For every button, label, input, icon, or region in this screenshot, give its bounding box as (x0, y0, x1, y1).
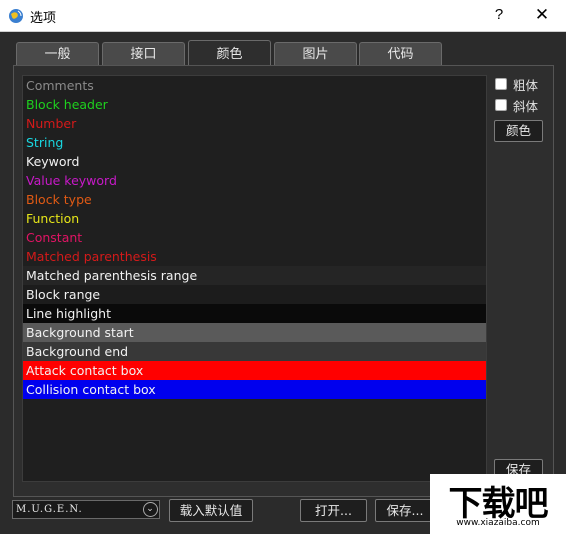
bold-option[interactable]: 粗体 (495, 75, 538, 93)
preset-select[interactable]: M.U.G.E.N. ⌄ (12, 500, 160, 519)
list-item[interactable]: Matched parenthesis (23, 247, 486, 266)
open-button[interactable]: 打开... (300, 499, 367, 522)
app-globe-icon (9, 9, 23, 23)
list-item[interactable]: Comments (23, 76, 486, 95)
list-item[interactable]: Block header (23, 95, 486, 114)
tab-colors[interactable]: 颜色 (188, 40, 271, 66)
list-item[interactable]: Block type (23, 190, 486, 209)
list-item[interactable]: String (23, 133, 486, 152)
italic-checkbox[interactable] (495, 99, 507, 111)
preset-value: M.U.G.E.N. (16, 504, 83, 515)
close-button[interactable]: ✕ (526, 4, 558, 26)
list-item[interactable]: Matched parenthesis range (23, 266, 486, 285)
list-item[interactable]: Attack contact box (23, 361, 486, 380)
title-bar: 选项 ? ✕ (0, 0, 566, 32)
italic-option[interactable]: 斜体 (495, 96, 538, 114)
chevron-down-icon[interactable]: ⌄ (143, 502, 158, 517)
color-element-list[interactable]: Comments Block header Number String Keyw… (22, 75, 487, 482)
list-item[interactable]: Value keyword (23, 171, 486, 190)
watermark-url: www.xiazaiba.com (456, 518, 540, 528)
load-defaults-button[interactable]: 载入默认值 (169, 499, 253, 522)
watermark-logo: 下载吧 www.xiazaiba.com (430, 474, 566, 534)
list-item[interactable]: Keyword (23, 152, 486, 171)
bold-checkbox[interactable] (495, 78, 507, 90)
tab-images[interactable]: 图片 (274, 42, 357, 65)
list-item[interactable]: Function (23, 209, 486, 228)
save-as-button[interactable]: 保存... (375, 499, 435, 522)
list-item[interactable]: Collision contact box (23, 380, 486, 399)
tab-general[interactable]: 一般 (16, 42, 99, 65)
italic-label: 斜体 (513, 98, 539, 114)
bold-label: 粗体 (513, 77, 539, 93)
color-picker-button[interactable]: 颜色 (494, 120, 543, 142)
tab-code[interactable]: 代码 (359, 42, 442, 65)
tab-interface[interactable]: 接口 (102, 42, 185, 65)
window-title: 选项 (30, 11, 57, 26)
list-item[interactable]: Constant (23, 228, 486, 247)
list-item[interactable]: Block range (23, 285, 486, 304)
help-button[interactable]: ? (484, 4, 514, 26)
list-item[interactable]: Background start (23, 323, 486, 342)
list-item[interactable]: Number (23, 114, 486, 133)
list-item[interactable]: Line highlight (23, 304, 486, 323)
list-item[interactable]: Background end (23, 342, 486, 361)
